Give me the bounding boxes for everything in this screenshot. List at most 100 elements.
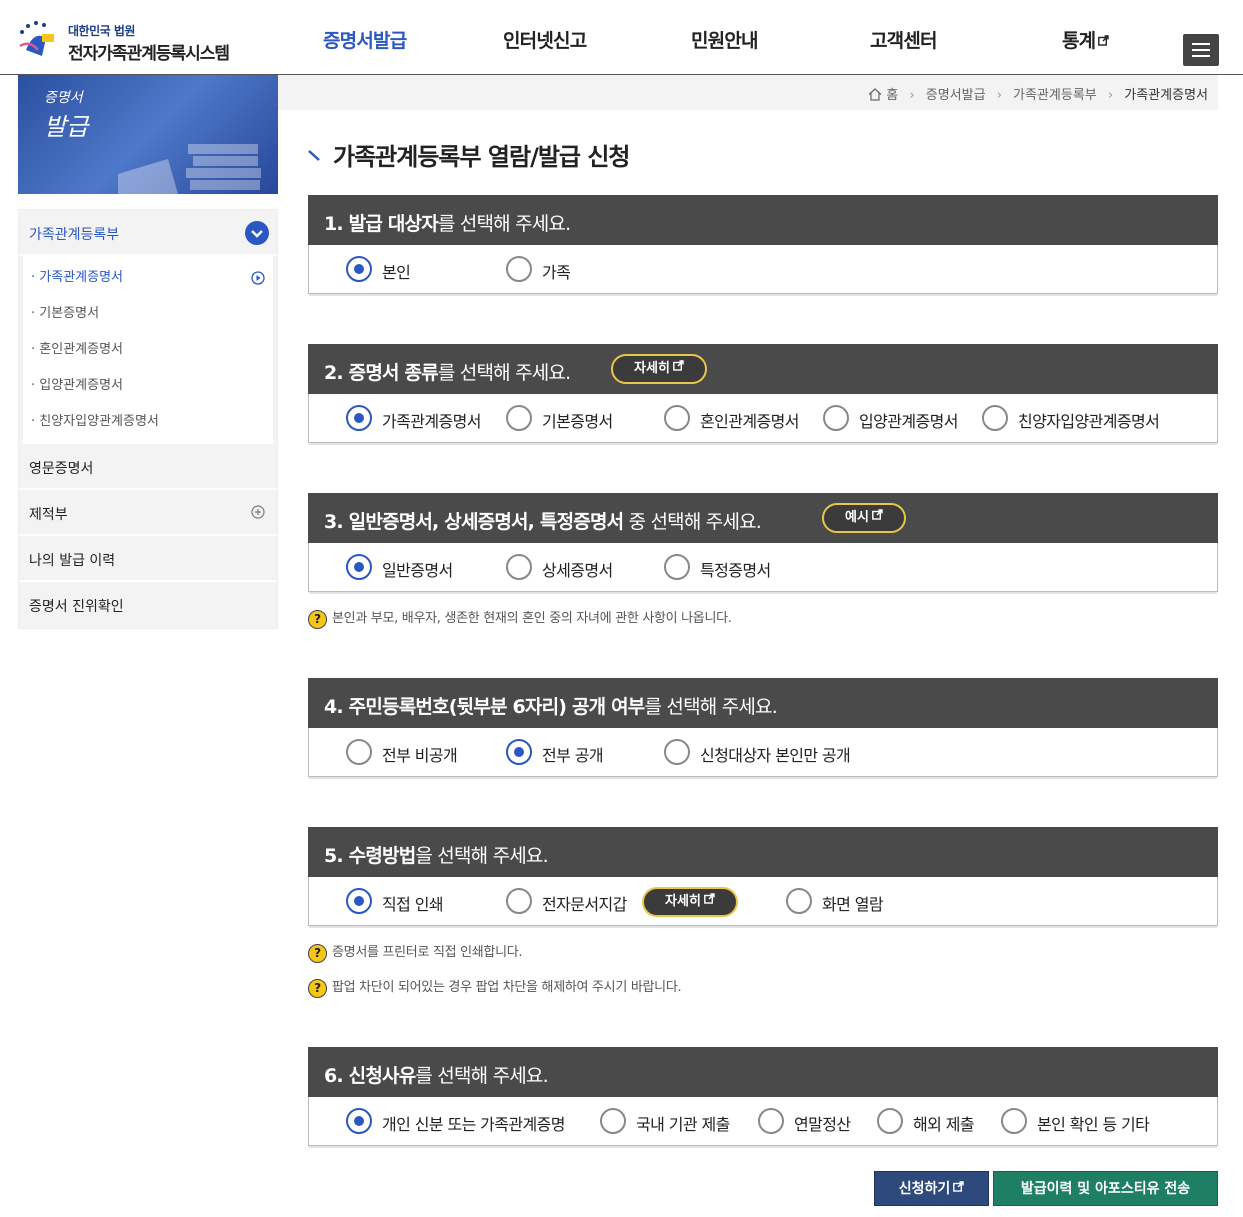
sidebar-group-my-history[interactable]: 나의 발급 이력 bbox=[19, 536, 277, 582]
nav-internet-report[interactable]: 인터넷신고 bbox=[503, 26, 587, 53]
radio-circle[interactable] bbox=[1001, 1108, 1027, 1134]
breadcrumb-bar: 홈 › 증명서발급 › 가족관계등록부 › 가족관계증명서 bbox=[278, 75, 1218, 110]
breadcrumb: 홈 › 증명서발급 › 가족관계등록부 › 가족관계증명서 bbox=[868, 84, 1208, 103]
radio-circle[interactable] bbox=[346, 554, 372, 580]
sidebar-item-full-adoption-cert[interactable]: · 친양자입양관계증명서 bbox=[23, 404, 273, 440]
radio-label[interactable]: 화면 열람 bbox=[822, 891, 884, 915]
logo-title: 전자가족관계등록시스템 bbox=[68, 44, 230, 64]
radio-circle[interactable] bbox=[664, 739, 690, 765]
radio-label[interactable]: 연말정산 bbox=[794, 1111, 851, 1135]
step-heading: 4. 주민등록번호(뒷부분 6자리) 공개 여부를 선택해 주세요. bbox=[324, 692, 778, 719]
step-heading-bold: 6. 신청사유 bbox=[324, 1065, 416, 1087]
apply-button[interactable]: 신청하기 bbox=[874, 1171, 989, 1206]
step-options: 가족관계증명서 기본증명서 혼인관계증명서 입양관계증명서 친양자입양관계증명서 bbox=[308, 394, 1218, 445]
radio-label[interactable]: 가족관계증명서 bbox=[382, 408, 481, 432]
radio-label[interactable]: 해외 제출 bbox=[913, 1111, 975, 1135]
radio-label[interactable]: 전자문서지갑 bbox=[542, 891, 627, 915]
site-header: 대한민국 법원 전자가족관계등록시스템 증명서발급 인터넷신고 민원안내 고객센… bbox=[0, 0, 1243, 75]
radio-circle[interactable] bbox=[346, 888, 372, 914]
radio-label[interactable]: 국내 기관 제출 bbox=[636, 1111, 730, 1135]
sidebar-item-family-cert[interactable]: · 가족관계증명서 bbox=[23, 260, 273, 296]
radio-label[interactable]: 직접 인쇄 bbox=[382, 891, 444, 915]
radio-circle[interactable] bbox=[664, 405, 690, 431]
breadcrumb-item[interactable]: 증명서발급 bbox=[926, 88, 986, 103]
radio-circle[interactable] bbox=[346, 405, 372, 431]
sidebar-group-label: 증명서 진위확인 bbox=[29, 599, 124, 615]
radio-label[interactable]: 혼인관계증명서 bbox=[700, 408, 799, 432]
radio-circle[interactable] bbox=[600, 1108, 626, 1134]
radio-label[interactable]: 가족 bbox=[542, 259, 571, 283]
question-icon: ? bbox=[308, 944, 327, 963]
radio-circle[interactable] bbox=[346, 1108, 372, 1134]
nav-statistics[interactable]: 통계 bbox=[1062, 26, 1110, 53]
question-icon: ? bbox=[308, 610, 327, 629]
sidebar-group-family-registry[interactable]: 가족관계등록부 bbox=[19, 210, 277, 256]
sidebar-item-marriage-cert[interactable]: · 혼인관계증명서 bbox=[23, 332, 273, 368]
nav-certificate-issue[interactable]: 증명서발급 bbox=[323, 26, 407, 53]
radio-label[interactable]: 본인 확인 등 기타 bbox=[1037, 1111, 1150, 1135]
details-button[interactable]: 자세히 bbox=[611, 354, 707, 384]
site-logo[interactable]: 대한민국 법원 전자가족관계등록시스템 bbox=[16, 18, 276, 64]
apply-button-label: 신청하기 bbox=[898, 1181, 951, 1197]
sidebar-group-english-cert[interactable]: 영문증명서 bbox=[19, 444, 277, 490]
hamburger-menu-button[interactable] bbox=[1183, 34, 1219, 66]
nav-statistics-label: 통계 bbox=[1062, 30, 1096, 52]
radio-circle[interactable] bbox=[346, 739, 372, 765]
radio-circle[interactable] bbox=[506, 739, 532, 765]
radio-circle[interactable] bbox=[506, 888, 532, 914]
radio-label[interactable]: 상세증명서 bbox=[542, 557, 613, 581]
breadcrumb-separator: › bbox=[996, 88, 1002, 103]
radio-circle[interactable] bbox=[982, 405, 1008, 431]
breadcrumb-separator: › bbox=[909, 88, 915, 103]
step-heading-rest: 중 선택해 주세요. bbox=[623, 511, 762, 533]
sidebar-item-basic-cert[interactable]: · 기본증명서 bbox=[23, 296, 273, 332]
sidebar-group-verify-cert[interactable]: 증명서 진위확인 bbox=[19, 582, 277, 628]
radio-label[interactable]: 입양관계증명서 bbox=[859, 408, 958, 432]
step-heading: 2. 증명서 종류를 선택해 주세요. bbox=[324, 358, 571, 385]
main-nav: 증명서발급 인터넷신고 민원안내 고객센터 통계 bbox=[278, 26, 1178, 66]
e-wallet-details-button[interactable]: 자세히 bbox=[642, 887, 738, 917]
radio-label[interactable]: 본인 bbox=[382, 259, 411, 283]
breadcrumb-home[interactable]: 홈 bbox=[886, 88, 898, 103]
step-header: 2. 증명서 종류를 선택해 주세요. 자세히 bbox=[308, 344, 1218, 394]
details-button-label: 자세히 bbox=[665, 894, 701, 909]
radio-label[interactable]: 신청대상자 본인만 공개 bbox=[700, 742, 851, 766]
radio-label[interactable]: 기본증명서 bbox=[542, 408, 613, 432]
radio-label[interactable]: 특정증명서 bbox=[700, 557, 771, 581]
example-button[interactable]: 예시 bbox=[822, 503, 906, 533]
radio-circle[interactable] bbox=[786, 888, 812, 914]
radio-circle[interactable] bbox=[758, 1108, 784, 1134]
sidebar-group-label: 나의 발급 이력 bbox=[29, 553, 116, 569]
radio-label[interactable]: 전부 비공개 bbox=[382, 742, 458, 766]
help-note-text: 증명서를 프린터로 직접 인쇄합니다. bbox=[332, 945, 523, 960]
step-heading-rest: 를 선택해 주세요. bbox=[437, 213, 571, 235]
help-note-text: 본인과 부모, 배우자, 생존한 현재의 혼인 중의 자녀에 관한 사항이 나옵… bbox=[332, 611, 732, 626]
example-button-label: 예시 bbox=[845, 510, 869, 525]
step-heading-bold: 4. 주민등록번호(뒷부분 6자리) 공개 여부 bbox=[324, 696, 645, 718]
sidebar-item-adoption-cert[interactable]: · 입양관계증명서 bbox=[23, 368, 273, 404]
nav-civil-guide[interactable]: 민원안내 bbox=[691, 26, 759, 53]
radio-circle[interactable] bbox=[506, 256, 532, 282]
sidebar-item-label: 혼인관계증명서 bbox=[39, 342, 123, 357]
plus-circle-icon[interactable] bbox=[251, 505, 265, 519]
radio-label[interactable]: 친양자입양관계증명서 bbox=[1018, 408, 1160, 432]
radio-circle[interactable] bbox=[506, 554, 532, 580]
radio-circle[interactable] bbox=[506, 405, 532, 431]
radio-circle[interactable] bbox=[823, 405, 849, 431]
sidebar-group-removed-registry[interactable]: 제적부 bbox=[19, 490, 277, 536]
radio-label[interactable]: 전부 공개 bbox=[542, 742, 604, 766]
chevron-down-icon[interactable] bbox=[245, 221, 269, 245]
hamburger-line bbox=[1192, 49, 1210, 51]
radio-label[interactable]: 일반증명서 bbox=[382, 557, 453, 581]
step-rrn-disclosure: 4. 주민등록번호(뒷부분 6자리) 공개 여부를 선택해 주세요. 전부 비공… bbox=[308, 678, 1218, 779]
radio-circle[interactable] bbox=[664, 554, 690, 580]
step-options: 개인 신분 또는 가족관계증명 국내 기관 제출 연말정산 해외 제출 본인 확… bbox=[308, 1097, 1218, 1148]
issue-history-apostille-button[interactable]: 발급이력 및 아포스티유 전송 bbox=[993, 1171, 1218, 1206]
radio-circle[interactable] bbox=[877, 1108, 903, 1134]
nav-customer-center[interactable]: 고객센터 bbox=[870, 26, 938, 53]
radio-label[interactable]: 개인 신분 또는 가족관계증명 bbox=[382, 1111, 566, 1135]
step-application-reason: 6. 신청사유를 선택해 주세요. 개인 신분 또는 가족관계증명 국내 기관 … bbox=[308, 1047, 1218, 1148]
radio-circle[interactable] bbox=[346, 256, 372, 282]
step-header: 1. 발급 대상자를 선택해 주세요. bbox=[308, 195, 1218, 245]
breadcrumb-item[interactable]: 가족관계등록부 bbox=[1013, 88, 1097, 103]
